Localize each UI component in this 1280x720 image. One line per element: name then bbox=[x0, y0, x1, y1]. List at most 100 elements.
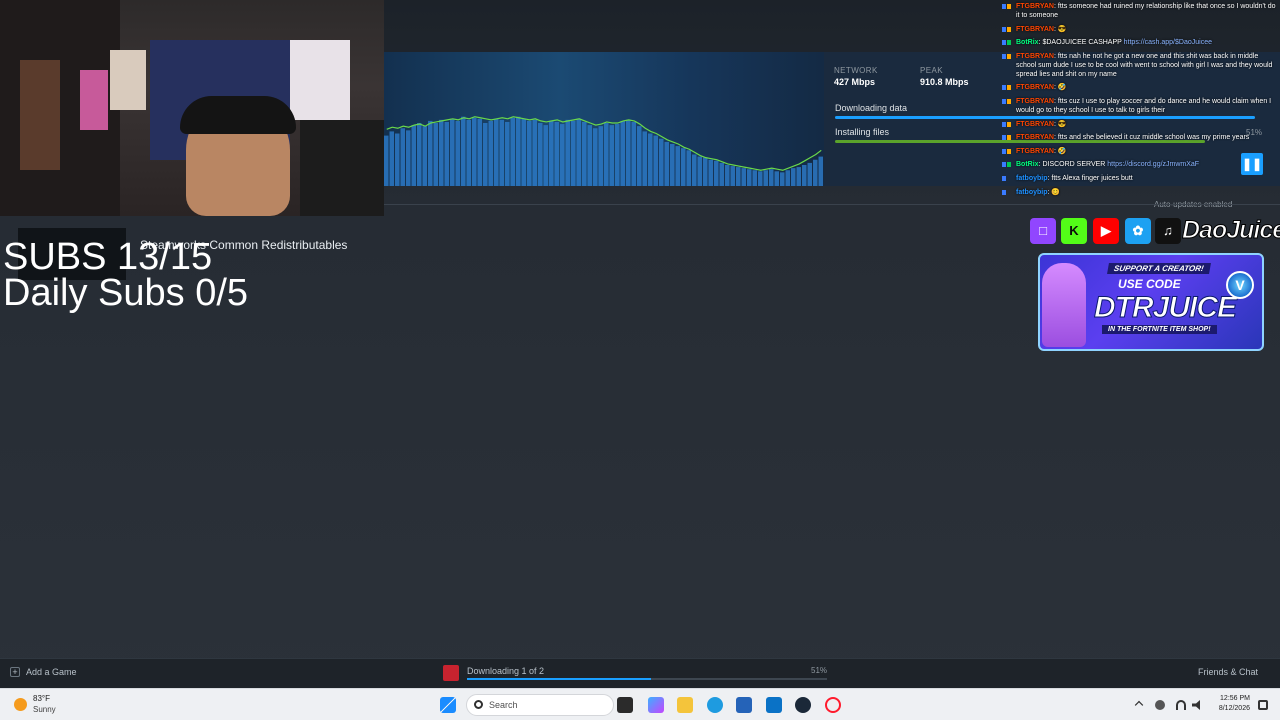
windows-start-icon[interactable] bbox=[440, 697, 456, 713]
bandwidth-bar bbox=[516, 116, 521, 186]
bandwidth-bar bbox=[758, 171, 763, 186]
daily-subs-goal: Daily Subs 0/5 bbox=[3, 272, 249, 314]
bandwidth-bar bbox=[450, 118, 455, 186]
file-explorer-icon[interactable] bbox=[677, 697, 693, 713]
bandwidth-bar bbox=[626, 119, 631, 186]
use-code-text: USE CODE bbox=[1118, 277, 1181, 291]
chat-text: : $DAOJUICEE CASHAPP bbox=[1038, 39, 1124, 47]
friends-chat-button[interactable]: Friends & Chat bbox=[1198, 667, 1258, 677]
streamer-handle: DaoJuice bbox=[1181, 216, 1280, 245]
bandwidth-bar bbox=[571, 120, 576, 186]
network-stat: NETWORK 427 Mbps bbox=[834, 66, 878, 87]
wifi-icon[interactable] bbox=[1176, 700, 1186, 710]
youtube-icon: ▶ bbox=[1093, 218, 1119, 244]
bandwidth-bar bbox=[389, 131, 394, 186]
bandwidth-bar bbox=[549, 120, 554, 186]
bandwidth-bar bbox=[417, 123, 422, 186]
bandwidth-bar bbox=[802, 165, 807, 186]
plus-icon: + bbox=[10, 667, 20, 677]
game-icon bbox=[443, 665, 459, 681]
bandwidth-bar bbox=[532, 119, 537, 186]
notification-icon[interactable] bbox=[1258, 700, 1268, 710]
bandwidth-bar bbox=[763, 170, 768, 186]
bandwidth-bar bbox=[664, 141, 669, 186]
bandwidth-bar bbox=[582, 121, 587, 186]
chat-badges bbox=[1002, 121, 1013, 127]
chat-text: : 🤣 bbox=[1053, 147, 1067, 155]
chat-badges bbox=[1002, 98, 1013, 104]
chat-username: FTGBRYAN bbox=[1016, 120, 1054, 128]
windows-taskbar: 83°F Sunny Search 12:56 PM 8/12/2026 bbox=[0, 688, 1280, 720]
edge-icon[interactable] bbox=[707, 697, 723, 713]
chevron-up-icon[interactable] bbox=[1134, 700, 1144, 710]
bandwidth-bar bbox=[813, 159, 818, 186]
chat-link[interactable]: https://discord.gg/zJmwmXaF bbox=[1107, 161, 1199, 168]
bandwidth-bar bbox=[400, 128, 405, 186]
chat-username: FTGBRYAN bbox=[1016, 134, 1054, 142]
bandwidth-bar bbox=[521, 118, 526, 186]
chat-badges bbox=[1002, 189, 1013, 195]
clock-time[interactable]: 12:56 PM bbox=[1214, 695, 1250, 702]
item-shop-text: IN THE FORTNITE ITEM SHOP! bbox=[1102, 325, 1217, 334]
add-game-button[interactable]: + Add a Game bbox=[10, 667, 77, 677]
bandwidth-bar bbox=[769, 169, 774, 186]
peak-stat: PEAK 910.8 Mbps bbox=[920, 66, 969, 87]
chat-message: FTGBRYAN: 🤣 bbox=[1000, 147, 1280, 156]
chat-message: FTGBRYAN: ftts someone had ruined my rel… bbox=[1000, 2, 1280, 20]
tray-app-icon[interactable] bbox=[1155, 700, 1165, 710]
bandwidth-bar bbox=[719, 162, 724, 186]
task-view-icon[interactable] bbox=[617, 697, 633, 713]
bandwidth-bar bbox=[587, 125, 592, 186]
bandwidth-bar bbox=[477, 118, 482, 186]
chat-text: : 🤣 bbox=[1053, 84, 1067, 92]
chat-badges bbox=[1002, 175, 1013, 181]
chat-username: fatboybip bbox=[1016, 188, 1048, 196]
bandwidth-bar bbox=[472, 117, 477, 186]
chat-badges bbox=[1002, 39, 1013, 46]
bandwidth-bar bbox=[510, 117, 515, 186]
network-value: 427 Mbps bbox=[834, 77, 876, 87]
bandwidth-bar bbox=[642, 131, 647, 186]
bandwidth-bar bbox=[488, 120, 493, 186]
chat-link[interactable]: https://cash.app/$DaoJuicee bbox=[1124, 39, 1212, 46]
chat-username: FTGBRYAN bbox=[1016, 52, 1054, 60]
bandwidth-bar bbox=[560, 124, 565, 186]
chat-username: fatboybip bbox=[1016, 174, 1048, 182]
weather-temperature[interactable]: 83°F bbox=[33, 694, 50, 703]
opera-icon[interactable] bbox=[825, 697, 841, 713]
bandwidth-bar bbox=[538, 123, 543, 186]
bandwidth-bar bbox=[565, 119, 570, 186]
taskbar-search[interactable]: Search bbox=[466, 694, 614, 716]
bandwidth-bar bbox=[692, 154, 697, 186]
downloading-status[interactable]: Downloading 1 of 2 bbox=[467, 666, 544, 676]
bandwidth-bar bbox=[444, 121, 449, 186]
bandwidth-bar bbox=[631, 121, 636, 186]
chat-badges bbox=[1002, 84, 1013, 91]
bandwidth-bar bbox=[593, 128, 598, 186]
bandwidth-bar bbox=[439, 119, 444, 186]
chat-message: BotRix: DISCORD SERVER https://discord.g… bbox=[1000, 160, 1280, 169]
webcam-bookshelf bbox=[20, 60, 60, 170]
webcam-feed bbox=[0, 0, 384, 216]
bandwidth-bar bbox=[637, 126, 642, 186]
bandwidth-bar bbox=[620, 120, 625, 186]
store-icon[interactable] bbox=[736, 697, 752, 713]
bandwidth-bar bbox=[433, 123, 438, 186]
chat-overlay: FTGBRYAN: ftts someone had ruined my rel… bbox=[1000, 2, 1280, 201]
volume-icon[interactable] bbox=[1192, 700, 1200, 710]
peak-label: PEAK bbox=[920, 66, 943, 75]
bandwidth-bar bbox=[609, 125, 614, 186]
clock-date[interactable]: 8/12/2026 bbox=[1206, 705, 1250, 712]
chat-badges bbox=[1002, 161, 1013, 168]
steam-icon[interactable] bbox=[795, 697, 811, 713]
outlook-icon[interactable] bbox=[766, 697, 782, 713]
copilot-icon[interactable] bbox=[648, 697, 664, 713]
weather-description[interactable]: Sunny bbox=[33, 705, 56, 714]
download-progress-fill bbox=[467, 678, 651, 680]
sun-icon[interactable] bbox=[14, 698, 27, 711]
bandwidth-bar bbox=[730, 166, 735, 186]
chat-message: FTGBRYAN: ftts nah he not he got a new o… bbox=[1000, 52, 1280, 79]
bandwidth-bar bbox=[697, 156, 702, 186]
bandwidth-bar bbox=[494, 118, 499, 186]
bandwidth-bar bbox=[708, 159, 713, 186]
